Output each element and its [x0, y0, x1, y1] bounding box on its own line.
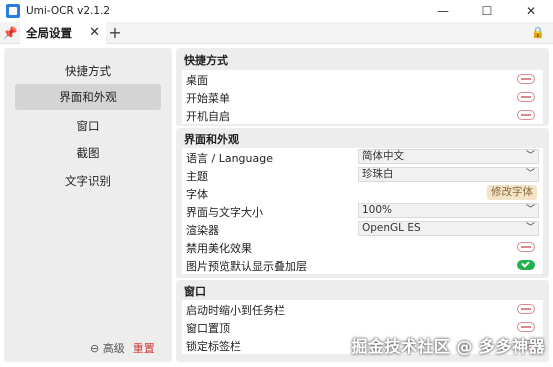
title-bar: Umi-OCR v2.1.2 — ☐ ✕ [0, 0, 553, 22]
setting-label: 桌面 [186, 74, 208, 87]
tab-global-settings[interactable]: 全局设置 ✕ [20, 21, 106, 44]
setting-row-language: 语言 / Language 简体中文 ﹀ [182, 148, 543, 166]
sidebar-item-screenshot[interactable]: 截图 [15, 140, 161, 166]
add-tab-icon[interactable]: + [106, 23, 124, 42]
tab-close-icon[interactable]: ✕ [89, 25, 100, 40]
section-shortcuts: 快捷方式 桌面 开始菜单 开机自启 [176, 48, 549, 126]
setting-label: 窗口置顶 [186, 322, 230, 335]
tab-bar: 📌 全局设置 ✕ + 🔒 [0, 21, 553, 44]
setting-label: 界面与文字大小 [186, 206, 263, 219]
section-title: 界面和外观 [184, 133, 239, 146]
setting-row-scale: 界面与文字大小 100% ﹀ [182, 202, 543, 220]
desktop-toggle[interactable] [517, 74, 535, 84]
setting-label: 字体 [186, 188, 208, 201]
renderer-select[interactable]: OpenGL ES ﹀ [358, 221, 539, 236]
setting-row-autostart: 开机自启 [182, 106, 543, 124]
maximize-button[interactable]: ☐ [465, 0, 509, 22]
chevron-down-icon: ﹀ [525, 223, 535, 233]
settings-content: 快捷方式 桌面 开始菜单 开机自启 界面和外观 语言 / Language 简体… [176, 48, 549, 362]
select-value: 简体中文 [362, 150, 404, 162]
lock-icon[interactable]: 🔒 [531, 26, 545, 39]
setting-row-renderer: 渲染器 OpenGL ES ﹀ [182, 220, 543, 238]
close-button[interactable]: ✕ [509, 0, 553, 22]
sidebar-item-shortcuts[interactable]: 快捷方式 [15, 58, 161, 84]
theme-select[interactable]: 珍珠白 ﹀ [358, 167, 539, 182]
sidebar-item-window[interactable]: 窗口 [15, 113, 161, 139]
chevron-down-icon: ﹀ [525, 169, 535, 179]
setting-label: 语言 / Language [186, 152, 273, 165]
chevron-down-icon: ﹀ [525, 205, 535, 215]
setting-row-start-menu: 开始菜单 [182, 88, 543, 106]
app-icon [6, 4, 20, 18]
setting-label: 启动时缩小到任务栏 [186, 304, 285, 317]
section-title: 窗口 [184, 285, 206, 298]
disable-effects-toggle[interactable] [517, 242, 535, 252]
setting-label: 主题 [186, 170, 208, 183]
setting-label: 禁用美化效果 [186, 242, 252, 255]
always-on-top-toggle[interactable] [517, 322, 535, 332]
start-menu-toggle[interactable] [517, 92, 535, 102]
select-value: 100% [362, 204, 393, 216]
setting-label: 图片预览默认显示叠加层 [186, 260, 307, 273]
section-ui: 界面和外观 语言 / Language 简体中文 ﹀ 主题 珍珠白 ﹀ 字体 修… [176, 128, 549, 278]
setting-row-desktop: 桌面 [182, 70, 543, 88]
setting-label: 开机自启 [186, 110, 230, 123]
sidebar-footer: ⊖ 高级 重置 [90, 340, 155, 356]
select-value: OpenGL ES [362, 222, 421, 234]
section-title: 快捷方式 [184, 54, 228, 67]
sidebar-item-ui[interactable]: 界面和外观 [15, 84, 161, 110]
window-title: Umi-OCR v2.1.2 [26, 5, 111, 17]
pin-icon[interactable]: 📌 [0, 26, 20, 40]
setting-row-minimize-on-start: 启动时缩小到任务栏 [182, 300, 543, 318]
setting-label: 渲染器 [186, 224, 219, 237]
chevron-down-icon: ﹀ [525, 151, 535, 161]
tab-label: 全局设置 [26, 25, 72, 40]
watermark: 掘金技术社区 @ 多多神器 [351, 337, 545, 356]
scale-select[interactable]: 100% ﹀ [358, 203, 539, 218]
preview-overlay-toggle[interactable] [517, 260, 535, 270]
setting-label: 开始菜单 [186, 92, 230, 105]
autostart-toggle[interactable] [517, 110, 535, 120]
setting-row-preview-overlay: 图片预览默认显示叠加层 [182, 256, 543, 274]
minimize-button[interactable]: — [421, 0, 465, 22]
setting-row-theme: 主题 珍珠白 ﹀ [182, 166, 543, 184]
reset-button[interactable]: 重置 [133, 340, 155, 356]
minimize-on-start-toggle[interactable] [517, 304, 535, 314]
settings-sidebar: 快捷方式 界面和外观 窗口 截图 文字识别 [4, 48, 172, 362]
setting-row-disable-effects: 禁用美化效果 [182, 238, 543, 256]
language-select[interactable]: 简体中文 ﹀ [358, 149, 539, 164]
setting-label: 锁定标签栏 [186, 340, 241, 353]
change-font-button[interactable]: 修改字体 [487, 185, 537, 200]
sidebar-item-ocr[interactable]: 文字识别 [15, 168, 161, 194]
setting-row-font: 字体 修改字体 [182, 184, 543, 202]
select-value: 珍珠白 [362, 168, 394, 180]
advanced-toggle[interactable]: ⊖ 高级 [90, 340, 125, 356]
